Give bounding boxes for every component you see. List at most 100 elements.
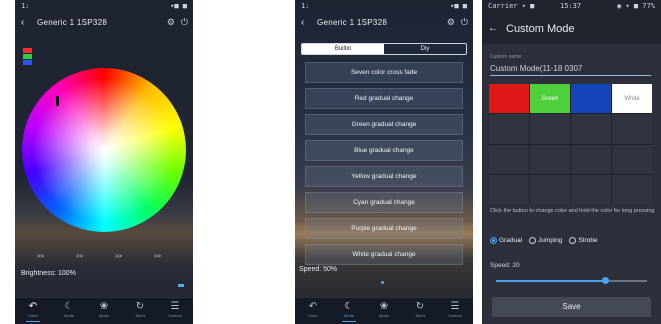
radio-jumping[interactable]: Jumping [528, 237, 563, 245]
status-bar: 1: ▾■ ■ [15, 0, 193, 12]
custom-icon: ☰ [450, 301, 460, 312]
tab-color[interactable]: ↶ Color [295, 301, 331, 318]
color-cell-empty[interactable] [530, 114, 570, 144]
color-picker-cursor[interactable] [56, 96, 59, 106]
radio-label: Gradual [499, 237, 523, 245]
tab-timer[interactable]: ↻ Timer [122, 301, 158, 318]
music-icon: ❀ [379, 301, 389, 312]
mode-item[interactable]: Yellow gradual change [305, 166, 463, 187]
moon-icon: ☾ [64, 301, 74, 312]
color-wheel[interactable] [22, 68, 186, 232]
timer-icon: ↻ [415, 301, 425, 312]
app-header: ‹ Generic 1 1SP328 ⚙ ⏻ [15, 12, 193, 34]
mode-item[interactable]: White gradual change [305, 244, 463, 265]
color-cell-empty[interactable] [489, 144, 529, 174]
tab-music[interactable]: ❀ Music [86, 301, 122, 318]
swatch-blue[interactable] [23, 60, 32, 65]
power-icon[interactable]: ⏻ [461, 17, 468, 28]
speed-slider-thumb[interactable] [381, 281, 384, 284]
mode-item[interactable]: Seven color cross fade [305, 62, 463, 83]
custom-name-input[interactable]: Custom Mode(11-18 0307 [490, 64, 651, 76]
radio-unselected-icon [569, 237, 577, 244]
mode-item[interactable]: Red gradual change [305, 88, 463, 109]
color-tab-icon: ↶ [308, 301, 318, 312]
tab-mode[interactable]: ☾ Mode [51, 301, 87, 318]
tab-mode[interactable]: ☾ Mode [331, 301, 367, 318]
mode-item[interactable]: Blue gradual change [305, 140, 463, 161]
mode-item[interactable]: Green gradual change [305, 114, 463, 135]
speed-slider-fill [496, 280, 605, 282]
settings-icon[interactable]: ⚙ [447, 17, 455, 28]
color-cell-empty[interactable] [571, 144, 611, 174]
status-left: 1: [21, 2, 30, 10]
speed-label: Speed: 20 [490, 262, 520, 269]
color-cell-empty[interactable] [612, 144, 652, 174]
color-cell-empty[interactable] [571, 114, 611, 144]
device-title: Generic 1 1SP328 [317, 18, 388, 27]
color-cell-empty[interactable] [489, 174, 529, 204]
speed-slider[interactable] [496, 277, 647, 284]
swatch-red[interactable] [23, 48, 32, 53]
status-right: ▾■ ■ [170, 2, 187, 10]
radio-strobe[interactable]: Strobe [569, 237, 597, 244]
mode-segment-control: Builtin Diy [301, 43, 467, 55]
color-cell-white[interactable]: White [612, 84, 652, 114]
color-cell-empty[interactable] [530, 174, 570, 204]
tab-label: Timer [134, 313, 146, 318]
color-cell-empty[interactable] [530, 144, 570, 174]
tab-label: Music [378, 313, 390, 318]
color-cell-empty[interactable] [489, 114, 529, 144]
back-icon[interactable]: ‹ [301, 17, 304, 28]
app-header: ← Custom Mode [482, 14, 661, 38]
preset-button[interactable]: >> [138, 254, 177, 260]
color-cell-green[interactable]: Green [530, 84, 570, 114]
device-title: Generic 1 1SP328 [37, 18, 108, 27]
color-tab-icon: ↶ [28, 301, 38, 312]
tab-music[interactable]: ❀ Music [366, 301, 402, 318]
color-cell-empty[interactable] [612, 174, 652, 204]
radio-selected-icon [490, 237, 497, 244]
tab-label: Music [98, 313, 110, 318]
color-cell-red[interactable] [489, 84, 529, 114]
tab-label: Custom [168, 313, 182, 318]
radio-gradual[interactable]: Gradual [490, 237, 522, 244]
tab-custom[interactable]: ☰ Custom [157, 301, 193, 318]
active-tab-indicator [342, 321, 356, 322]
speed-slider-thumb[interactable] [601, 277, 609, 284]
back-arrow-icon[interactable]: ← [488, 23, 498, 34]
back-icon[interactable]: ‹ [21, 17, 24, 28]
tab-color[interactable]: ↶ Color [15, 301, 51, 318]
mode-item[interactable]: Cyan gradual change [305, 192, 463, 213]
tab-timer[interactable]: ↻ Timer [402, 301, 438, 318]
color-swatches [23, 48, 32, 66]
brightness-label: Brightness: 100% [21, 270, 76, 277]
save-button[interactable]: Save [492, 297, 651, 317]
power-icon[interactable]: ⏻ [181, 17, 188, 28]
bottom-tab-bar: ↶ Color ☾ Mode ❀ Music ↻ Timer ☰ Custom [15, 297, 193, 324]
mode-screen: 1: ▾■ ■ ‹ Generic 1 1SP328 ⚙ ⏻ Builtin D… [295, 0, 473, 324]
moon-icon: ☾ [344, 301, 354, 312]
segment-builtin[interactable]: Builtin [302, 44, 384, 54]
status-right: ◉ ▾ ■ 77% [617, 2, 655, 10]
preset-button[interactable]: >> [21, 254, 60, 260]
swatch-green[interactable] [23, 54, 32, 59]
timer-icon: ↻ [135, 301, 145, 312]
color-cell-empty[interactable] [612, 114, 652, 144]
tab-custom[interactable]: ☰ Custom [437, 301, 473, 318]
status-left: 1: [301, 2, 310, 10]
brightness-slider-thumb[interactable] [178, 284, 184, 287]
tab-label: Mode [343, 313, 354, 318]
preset-button[interactable]: >> [99, 254, 138, 260]
preset-button[interactable]: >> [60, 254, 99, 260]
status-bar: 1: ▾■ ■ [295, 0, 473, 12]
segment-diy[interactable]: Diy [384, 44, 466, 54]
custom-name-label: Custom name [490, 54, 522, 60]
color-cell-empty[interactable] [571, 174, 611, 204]
radio-label: Jumping [537, 237, 563, 245]
color-cell-grid: Green White [489, 84, 652, 204]
mode-item[interactable]: Purple gradual change [305, 218, 463, 239]
color-cell-blue[interactable] [571, 84, 611, 114]
app-header: ‹ Generic 1 1SP328 ⚙ ⏻ [295, 12, 473, 34]
settings-icon[interactable]: ⚙ [167, 17, 175, 28]
custom-mode-screen: Carrier ▾ ■ 15:37 ◉ ▾ ■ 77% ← Custom Mod… [482, 0, 661, 324]
